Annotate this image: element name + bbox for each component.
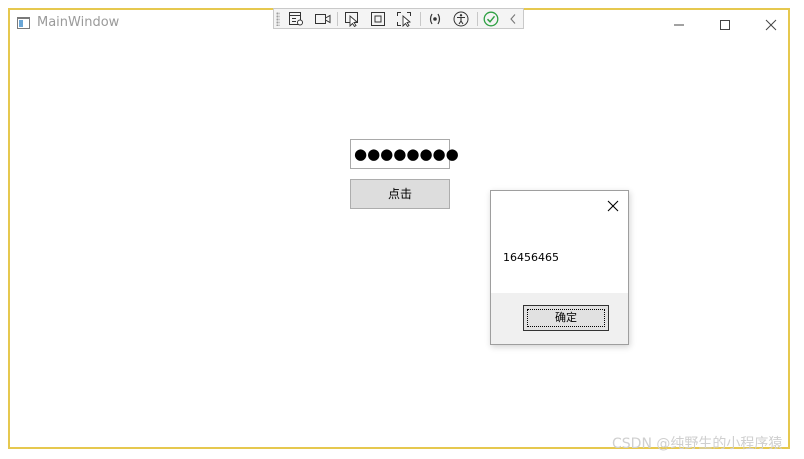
- password-input[interactable]: ●●●●●●●●: [350, 139, 459, 169]
- dialog-message: 16456465: [503, 251, 559, 264]
- select-element-icon: [345, 12, 359, 27]
- minimize-button[interactable]: [656, 10, 702, 40]
- accessibility-checker-button[interactable]: [451, 10, 471, 28]
- collapse-chevron-icon: [510, 14, 516, 24]
- hot-reload-status-button[interactable]: [481, 10, 501, 28]
- display-layout-adorners-button[interactable]: [368, 10, 388, 28]
- app-window-icon: [17, 17, 30, 29]
- debug-toolbar: [273, 8, 524, 29]
- toolbar-separator: [420, 12, 421, 26]
- close-icon: [607, 200, 619, 212]
- click-button[interactable]: 点击: [350, 179, 450, 209]
- binding-failures-icon: [429, 13, 441, 25]
- check-icon: [483, 11, 499, 27]
- main-window: MainWindow ●●●●●●●● 点击: [8, 8, 790, 449]
- collapse-toolbar-button[interactable]: [505, 10, 525, 28]
- binding-failures-button[interactable]: [425, 10, 445, 28]
- message-box-dialog: 16456465 确定: [490, 190, 629, 345]
- accessibility-icon: [453, 11, 469, 27]
- select-element-button[interactable]: [342, 10, 362, 28]
- maximize-icon: [720, 20, 730, 30]
- display-layout-adorners-icon: [371, 12, 385, 26]
- close-icon: [765, 19, 777, 31]
- dialog-footer: 确定: [491, 293, 628, 344]
- ok-button-label: 确定: [555, 311, 577, 324]
- record-icon: [315, 14, 331, 24]
- track-focus-button[interactable]: [394, 10, 414, 28]
- maximize-button[interactable]: [702, 10, 748, 40]
- dialog-close-button[interactable]: [599, 193, 625, 217]
- track-focus-icon: [397, 12, 412, 27]
- watermark: CSDN @纯野生的小程序猿: [612, 436, 783, 452]
- ok-button[interactable]: 确定: [523, 305, 609, 331]
- password-masked-value: ●●●●●●●●: [354, 145, 459, 163]
- live-visual-tree-button[interactable]: [286, 10, 306, 28]
- live-visual-tree-icon: [289, 12, 303, 26]
- minimize-icon: [674, 24, 684, 26]
- close-button[interactable]: [748, 10, 794, 40]
- window-title: MainWindow: [37, 15, 120, 30]
- toolbar-separator: [337, 12, 338, 26]
- toolbar-separator: [477, 12, 478, 26]
- record-button[interactable]: [312, 10, 332, 28]
- toolbar-grip-handle[interactable]: [276, 12, 280, 26]
